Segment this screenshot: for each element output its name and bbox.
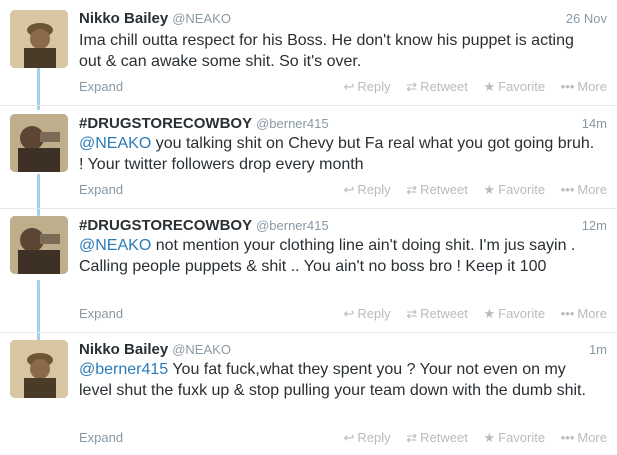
reply-arrow-icon: ↩ — [343, 79, 355, 94]
tweet[interactable]: Nikko Bailey @NEAKO 1m @berner415 You fat… — [0, 332, 617, 455]
tweet-text-content: Ima chill outta respect for his Boss. He… — [79, 32, 574, 70]
tweet[interactable]: #DRUGSTORECOWBOY @berner415 12m @NEAKO no… — [0, 208, 617, 333]
reply-arrow-icon: ↩ — [343, 306, 355, 321]
author-name[interactable]: Nikko Bailey — [79, 341, 168, 358]
more-button[interactable]: ••• More — [561, 79, 607, 94]
more-label: More — [577, 430, 607, 445]
avatar[interactable] — [10, 114, 68, 172]
expand-link[interactable]: Expand — [79, 79, 123, 94]
ellipsis-icon: ••• — [560, 79, 575, 94]
retweet-button[interactable]: ⇄ Retweet — [406, 182, 468, 198]
mention-link[interactable]: @berner415 — [79, 361, 168, 378]
more-button[interactable]: ••• More — [561, 430, 607, 445]
tweet-text: @NEAKO you talking shit on Chevy but Fa … — [79, 133, 599, 175]
retweet-icon: ⇄ — [406, 306, 418, 321]
star-icon: ★ — [483, 79, 496, 94]
retweet-button[interactable]: ⇄ Retweet — [406, 79, 468, 95]
retweet-label: Retweet — [420, 430, 468, 445]
expand-link[interactable]: Expand — [79, 182, 123, 197]
favorite-label: Favorite — [498, 430, 546, 445]
retweet-label: Retweet — [420, 182, 468, 197]
tweet-text-content: not mention your clothing line ain't doi… — [79, 237, 576, 275]
favorite-button[interactable]: ★ Favorite — [483, 79, 545, 95]
tweet-text: @berner415 You fat fuck,what they spent … — [79, 359, 599, 401]
tweet-text: @NEAKO not mention your clothing line ai… — [79, 235, 599, 277]
tweet[interactable]: #DRUGSTORECOWBOY @berner415 14m @NEAKO yo… — [0, 106, 617, 212]
favorite-label: Favorite — [498, 182, 546, 197]
author-handle[interactable]: @berner415 — [256, 218, 328, 233]
author-name[interactable]: #DRUGSTORECOWBOY — [79, 115, 252, 132]
favorite-button[interactable]: ★ Favorite — [483, 430, 545, 446]
expand-link[interactable]: Expand — [79, 306, 123, 321]
reply-label: Reply — [357, 306, 391, 321]
retweet-label: Retweet — [420, 79, 468, 94]
ellipsis-icon: ••• — [560, 306, 575, 321]
favorite-label: Favorite — [498, 79, 546, 94]
author-name[interactable]: #DRUGSTORECOWBOY — [79, 217, 252, 234]
retweet-button[interactable]: ⇄ Retweet — [406, 306, 468, 322]
star-icon: ★ — [483, 430, 496, 445]
author-handle[interactable]: @NEAKO — [172, 342, 231, 357]
reply-label: Reply — [357, 182, 391, 197]
expand-link[interactable]: Expand — [79, 430, 123, 445]
retweet-icon: ⇄ — [406, 79, 418, 94]
retweet-label: Retweet — [420, 306, 468, 321]
more-label: More — [577, 182, 607, 197]
tweet-text: Ima chill outta respect for his Boss. He… — [79, 30, 599, 72]
more-button[interactable]: ••• More — [561, 182, 607, 197]
favorite-button[interactable]: ★ Favorite — [483, 182, 545, 198]
favorite-button[interactable]: ★ Favorite — [483, 306, 545, 322]
retweet-button[interactable]: ⇄ Retweet — [406, 430, 468, 446]
more-label: More — [577, 306, 607, 321]
ellipsis-icon: ••• — [560, 430, 575, 445]
author-handle[interactable]: @berner415 — [256, 116, 328, 131]
reply-label: Reply — [357, 79, 391, 94]
tweet[interactable]: Nikko Bailey @NEAKO 26 Nov Ima chill outt… — [0, 0, 617, 106]
avatar[interactable] — [10, 340, 68, 398]
reply-label: Reply — [357, 430, 391, 445]
tweet-timestamp[interactable]: 12m — [582, 218, 607, 233]
avatar[interactable] — [10, 216, 68, 274]
reply-button[interactable]: ↩ Reply — [343, 182, 390, 198]
retweet-icon: ⇄ — [406, 430, 418, 445]
star-icon: ★ — [483, 306, 496, 321]
reply-button[interactable]: ↩ Reply — [343, 430, 390, 446]
mention-link[interactable]: @NEAKO — [79, 135, 151, 152]
tweet-timestamp[interactable]: 1m — [589, 342, 607, 357]
favorite-label: Favorite — [498, 306, 546, 321]
tweet-text-content: you talking shit on Chevy but Fa real wh… — [79, 135, 595, 173]
more-label: More — [577, 79, 607, 94]
tweet-timestamp[interactable]: 14m — [582, 116, 607, 131]
reply-arrow-icon: ↩ — [343, 182, 355, 197]
reply-button[interactable]: ↩ Reply — [343, 306, 390, 322]
tweet-timestamp[interactable]: 26 Nov — [566, 11, 607, 26]
more-button[interactable]: ••• More — [561, 306, 607, 321]
mention-link[interactable]: @NEAKO — [79, 237, 151, 254]
author-name[interactable]: Nikko Bailey — [79, 10, 168, 27]
reply-arrow-icon: ↩ — [343, 430, 355, 445]
reply-button[interactable]: ↩ Reply — [343, 79, 390, 95]
author-handle[interactable]: @NEAKO — [172, 11, 231, 26]
avatar[interactable] — [10, 10, 68, 68]
conversation-timeline: Nikko Bailey @NEAKO 26 Nov Ima chill outt… — [0, 0, 617, 455]
star-icon: ★ — [483, 182, 496, 197]
retweet-icon: ⇄ — [406, 182, 418, 197]
ellipsis-icon: ••• — [560, 182, 575, 197]
